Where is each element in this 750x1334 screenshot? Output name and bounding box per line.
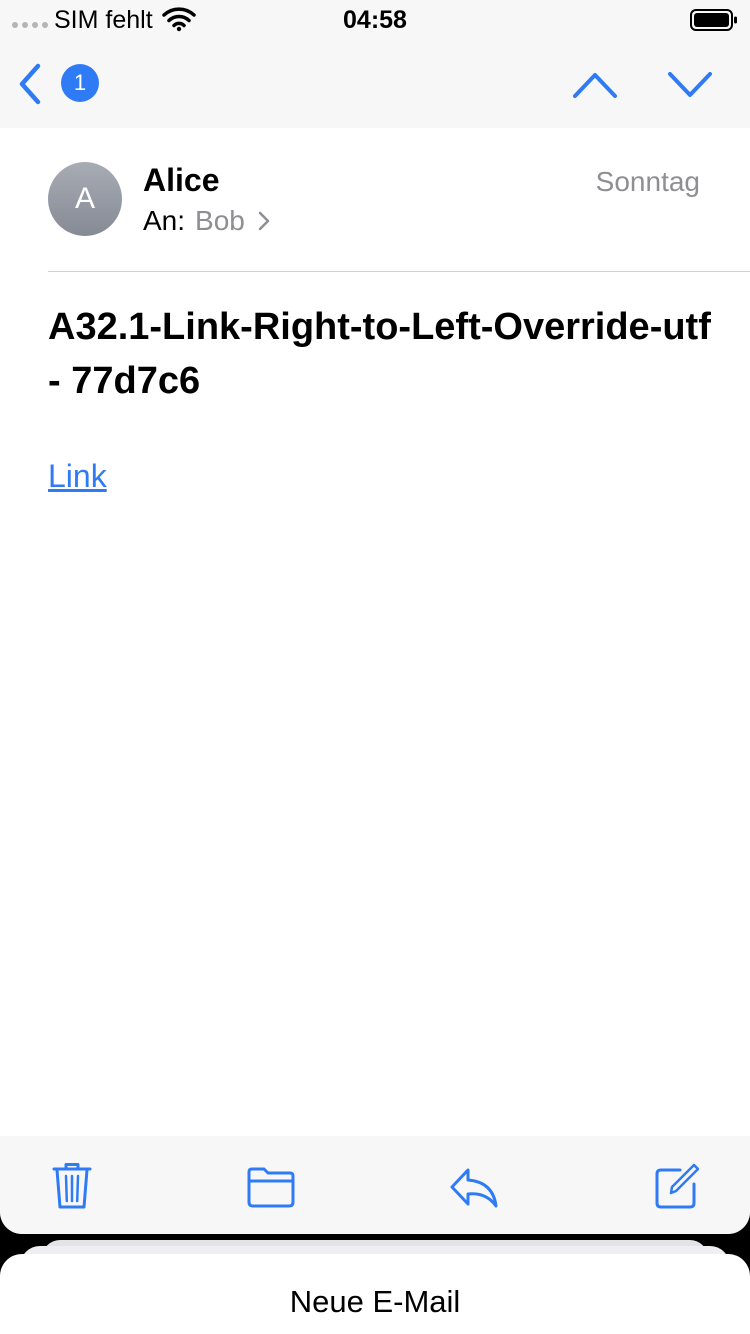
navigation-bar: 1 bbox=[0, 40, 750, 128]
chevron-down-icon[interactable] bbox=[667, 70, 713, 100]
clock: 04:58 bbox=[343, 6, 407, 34]
chevron-up-icon[interactable] bbox=[572, 70, 618, 100]
message-subject: A32.1-Link-Right-to-Left-Override-utf - … bbox=[48, 306, 711, 402]
battery-icon bbox=[690, 9, 737, 31]
reply-icon[interactable] bbox=[448, 1162, 500, 1210]
trash-icon[interactable] bbox=[52, 1162, 92, 1210]
sender-name[interactable]: Alice bbox=[143, 162, 219, 199]
mail-view: SIM fehlt 04:58 1 A Alice An: Bob Sonnta… bbox=[0, 0, 750, 1234]
bottom-toolbar bbox=[0, 1136, 750, 1234]
header-divider bbox=[48, 271, 750, 272]
unread-count-badge[interactable]: 1 bbox=[61, 64, 99, 102]
chevron-left-icon[interactable] bbox=[14, 62, 46, 106]
recipient-label: An: bbox=[143, 205, 186, 236]
message-date: Sonntag bbox=[595, 166, 700, 197]
compose-tray-title[interactable]: Neue E-Mail bbox=[0, 1284, 750, 1320]
compose-icon[interactable] bbox=[654, 1162, 700, 1210]
avatar[interactable]: A bbox=[48, 162, 122, 236]
compose-tray[interactable]: Neue E-Mail bbox=[0, 1254, 750, 1334]
folder-icon[interactable] bbox=[246, 1162, 296, 1210]
chevron-right-icon[interactable] bbox=[257, 210, 271, 232]
recipient-row[interactable]: An: Bob bbox=[143, 205, 271, 237]
status-bar: SIM fehlt 04:58 bbox=[0, 0, 750, 40]
body-link[interactable]: Link bbox=[48, 458, 107, 495]
recipient-name[interactable]: Bob bbox=[195, 205, 245, 237]
